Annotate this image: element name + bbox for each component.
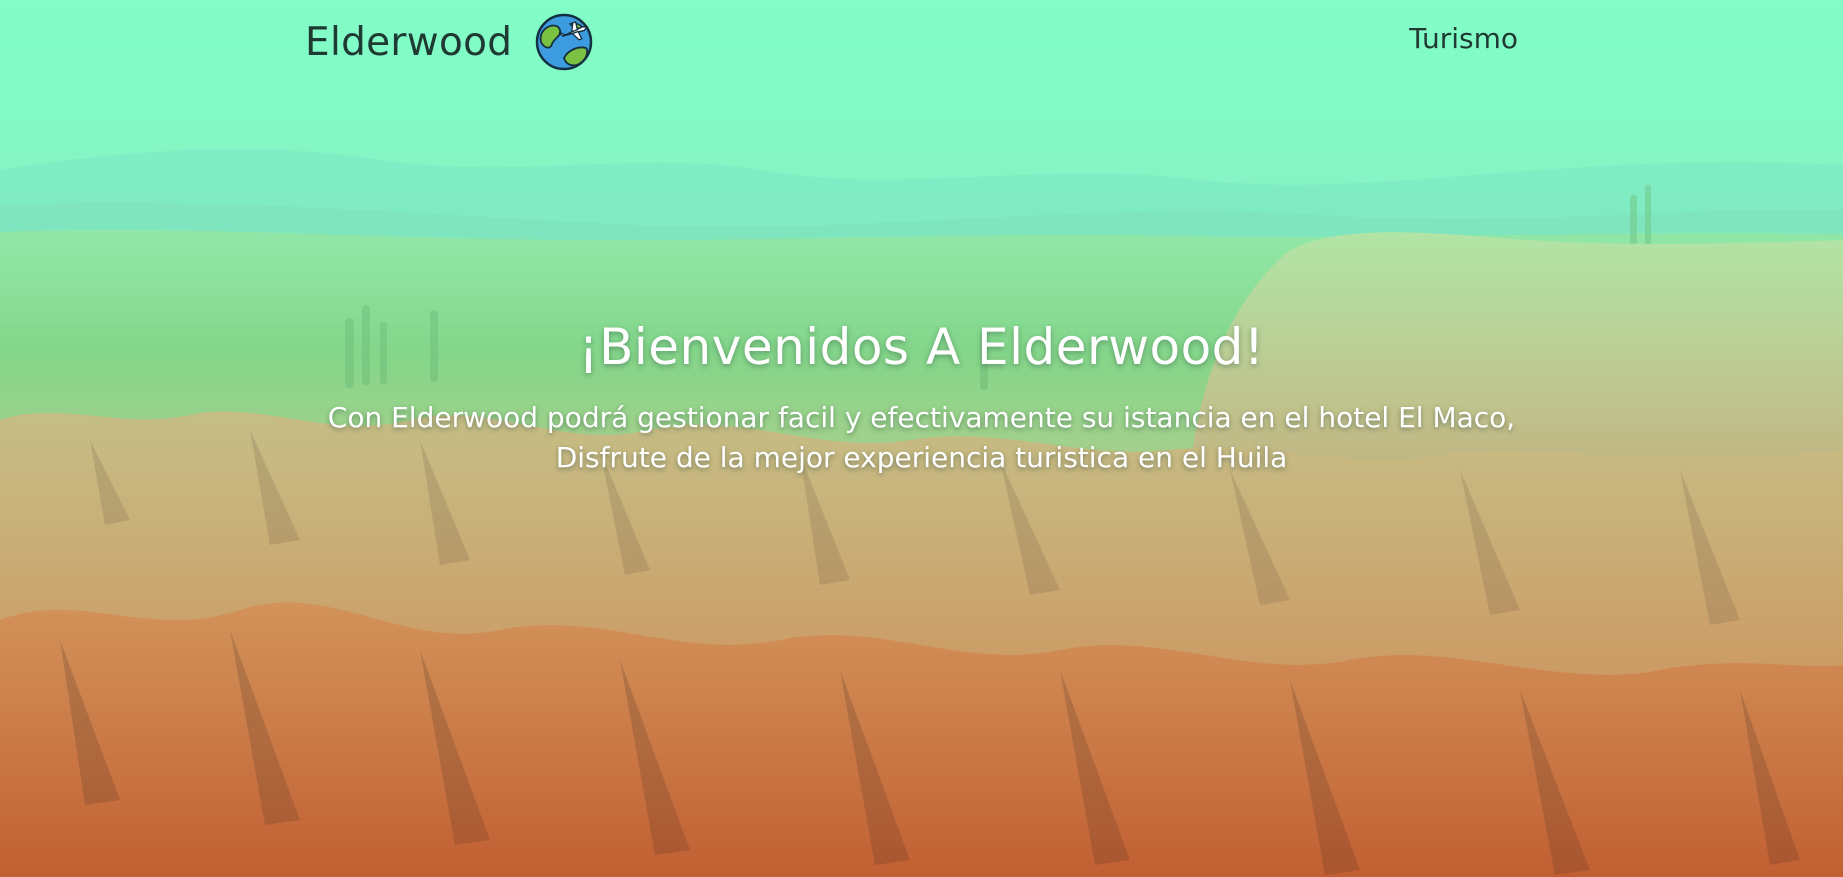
navbar: Elderwood Turismo — [0, 0, 1843, 82]
nav-link-turismo[interactable]: Turismo — [1409, 22, 1518, 55]
hero-title: ¡Bienvenidos A Elderwood! — [578, 318, 1265, 376]
globe-airplane-icon — [536, 13, 593, 71]
brand-link[interactable]: Elderwood — [305, 12, 594, 72]
hero-subtitle: Con Elderwood podrá gestionar facil y ef… — [327, 401, 1516, 474]
hero-content: ¡Bienvenidos A Elderwood! Con Elderwood … — [0, 318, 1843, 478]
brand-name: Elderwood — [305, 19, 513, 65]
hero-section: Elderwood Turismo ¡Bienvenidos A Elderwo… — [0, 0, 1843, 877]
